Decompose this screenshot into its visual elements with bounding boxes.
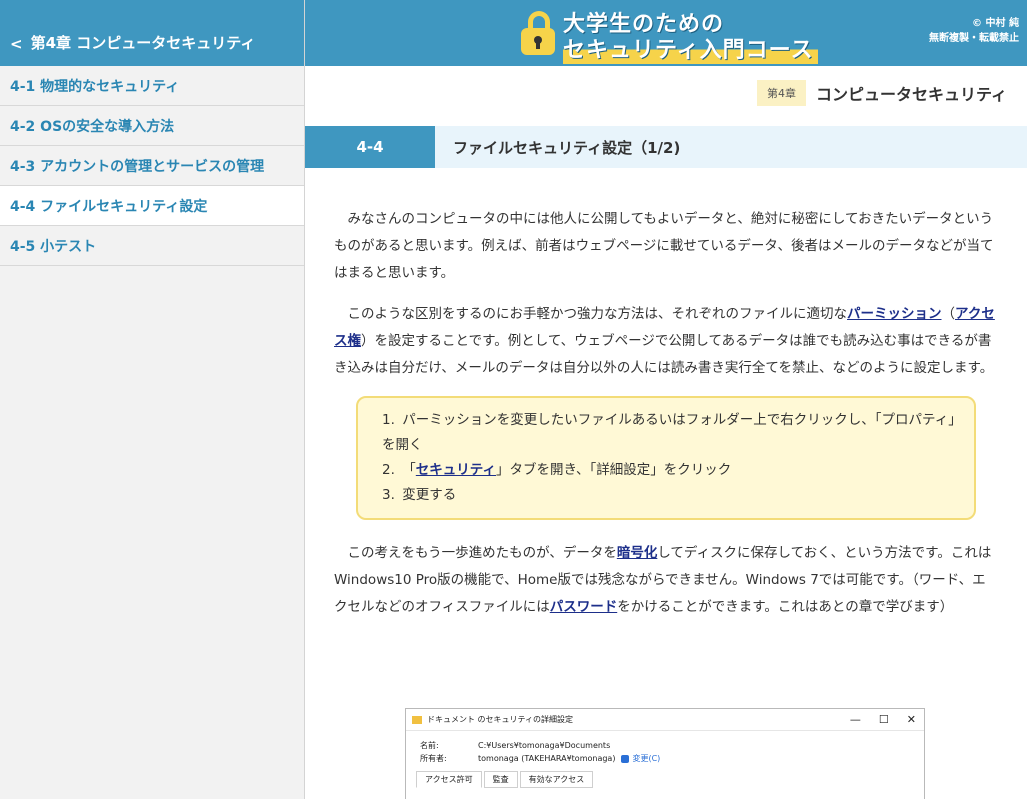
sidebar-item-4-2[interactable]: 4-2 OSの安全な導入方法 — [0, 106, 304, 146]
main-content: 第4章 コンピュータセキュリティ 4-4 ファイルセキュリティ設定（1/2) み… — [305, 66, 1027, 799]
sidebar-item-4-1[interactable]: 4-1 物理的なセキュリティ — [0, 66, 304, 106]
step-text: 変更する — [402, 487, 457, 503]
name-row: 名前: C:¥Users¥tomonaga¥Documents — [406, 739, 924, 752]
sidebar: < 第4章 コンピュータセキュリティ 4-1 物理的なセキュリティ 4-2 OS… — [0, 0, 305, 799]
dialog-titlebar: ドキュメント のセキュリティの詳細設定 — ☐ ✕ — [406, 709, 924, 731]
section-header: 4-4 ファイルセキュリティ設定（1/2) — [305, 126, 1027, 168]
sidebar-item-label: 4-1 物理的なセキュリティ — [10, 78, 180, 95]
chapter-title: コンピュータセキュリティ — [815, 85, 1007, 104]
step-number: 2. — [382, 462, 395, 478]
step-number: 3. — [382, 487, 395, 503]
tab-auditing: 監査 — [483, 771, 518, 788]
maximize-icon: ☐ — [878, 713, 889, 726]
owner-row: 所有者: tomonaga (TAKEHARA¥tomonaga) 変更(C) — [406, 752, 924, 765]
change-owner-link: 変更(C) — [632, 754, 661, 763]
step-item: 3. 変更する — [382, 483, 956, 508]
sidebar-item-4-4[interactable]: 4-4 ファイルセキュリティ設定 — [0, 186, 304, 226]
permission-link[interactable]: パーミッション — [847, 306, 942, 322]
paragraph-3: この考えをもう一歩進めたものが、データを暗号化してディスクに保存しておく、という… — [334, 540, 996, 621]
step-item: 2. 「セキュリティ」タブを開き、「詳細設定」をクリック — [382, 458, 956, 483]
owner-value: tomonaga (TAKEHARA¥tomonaga) — [478, 754, 616, 763]
sidebar-item-label: 4-5 小テスト — [10, 238, 97, 255]
name-value: C:¥Users¥tomonaga¥Documents — [478, 741, 611, 750]
sidebar-item-4-5[interactable]: 4-5 小テスト — [0, 226, 304, 266]
copyright-author: © 中村 純 — [972, 18, 1019, 29]
folder-icon — [412, 715, 422, 724]
tab-effective-access: 有効なアクセス — [519, 771, 594, 788]
security-link[interactable]: セキュリティ — [416, 462, 496, 478]
shield-icon — [621, 754, 630, 763]
chapter-heading: 第4章 コンピュータセキュリティ — [756, 80, 1007, 106]
logo-line2: セキュリティ入門コース — [563, 32, 818, 64]
padlock-icon — [521, 11, 557, 55]
sidebar-item-4-3[interactable]: 4-3 アカウントの管理とサービスの管理 — [0, 146, 304, 186]
minimize-icon: — — [849, 713, 861, 726]
window-controls: — ☐ ✕ — [850, 713, 916, 726]
step-item: 1. パーミッションを変更したいファイルあるいはフォルダー上で右クリックし、「プ… — [382, 408, 956, 458]
steps-box: 1. パーミッションを変更したいファイルあるいはフォルダー上で右クリックし、「プ… — [356, 396, 976, 520]
security-dialog-screenshot: ドキュメント のセキュリティの詳細設定 — ☐ ✕ 名前: C:¥Users¥t… — [405, 708, 925, 799]
paragraph-2: このような区別をするのにお手軽かつ強力な方法は、それぞれのファイルに適切なパーミ… — [334, 301, 996, 382]
dialog-tabs: アクセス許可 監査 有効なアクセス — [416, 771, 924, 788]
text: この考えをもう一歩進めたものが、データを — [347, 545, 617, 561]
text: をかけることができます。これはあとの章で学びます） — [617, 599, 954, 615]
sidebar-item-label: 4-4 ファイルセキュリティ設定 — [10, 198, 208, 215]
close-icon: ✕ — [906, 713, 916, 726]
chapter-badge: 第4章 — [756, 80, 806, 106]
step-text: 」タブを開き、「詳細設定」をクリック — [496, 462, 732, 478]
text: （ — [941, 306, 956, 322]
dialog-title: ドキュメント のセキュリティの詳細設定 — [427, 715, 574, 724]
step-number: 1. — [382, 412, 395, 428]
name-label: 名前: — [420, 741, 439, 750]
owner-label: 所有者: — [420, 754, 447, 763]
step-text: 「 — [402, 462, 416, 478]
encryption-link[interactable]: 暗号化 — [617, 545, 658, 561]
step-text: パーミッションを変更したいファイルあるいはフォルダー上で右クリックし、「プロパテ… — [382, 412, 955, 453]
site-logo[interactable]: 大学生のための セキュリティ入門コース — [521, 4, 821, 64]
password-link[interactable]: パスワード — [550, 599, 618, 615]
sidebar-back-label: 第4章 コンピュータセキュリティ — [30, 34, 256, 52]
chevron-left-icon: < — [10, 35, 23, 53]
copyright: © 中村 純 無断複製・転載禁止 — [929, 16, 1019, 46]
copyright-notice: 無断複製・転載禁止 — [929, 33, 1019, 44]
article-body: みなさんのコンピュータの中には他人に公開してもよいデータと、絶対に秘密にしておき… — [334, 206, 996, 635]
sidebar-back-link[interactable]: < 第4章 コンピュータセキュリティ — [0, 0, 304, 66]
sidebar-item-label: 4-3 アカウントの管理とサービスの管理 — [10, 158, 265, 175]
section-title: ファイルセキュリティ設定（1/2) — [453, 138, 681, 157]
site-header: 大学生のための セキュリティ入門コース © 中村 純 無断複製・転載禁止 — [305, 0, 1027, 66]
tab-permissions: アクセス許可 — [416, 771, 482, 788]
text: ）を設定することです。例として、ウェブページで公開してあるデータは誰でも読み込む… — [334, 333, 994, 376]
paragraph-1: みなさんのコンピュータの中には他人に公開してもよいデータと、絶対に秘密にしておき… — [334, 211, 994, 281]
text: このような区別をするのにお手軽かつ強力な方法は、それぞれのファイルに適切な — [347, 306, 848, 322]
sidebar-item-label: 4-2 OSの安全な導入方法 — [10, 118, 175, 135]
section-number: 4-4 — [305, 126, 435, 168]
